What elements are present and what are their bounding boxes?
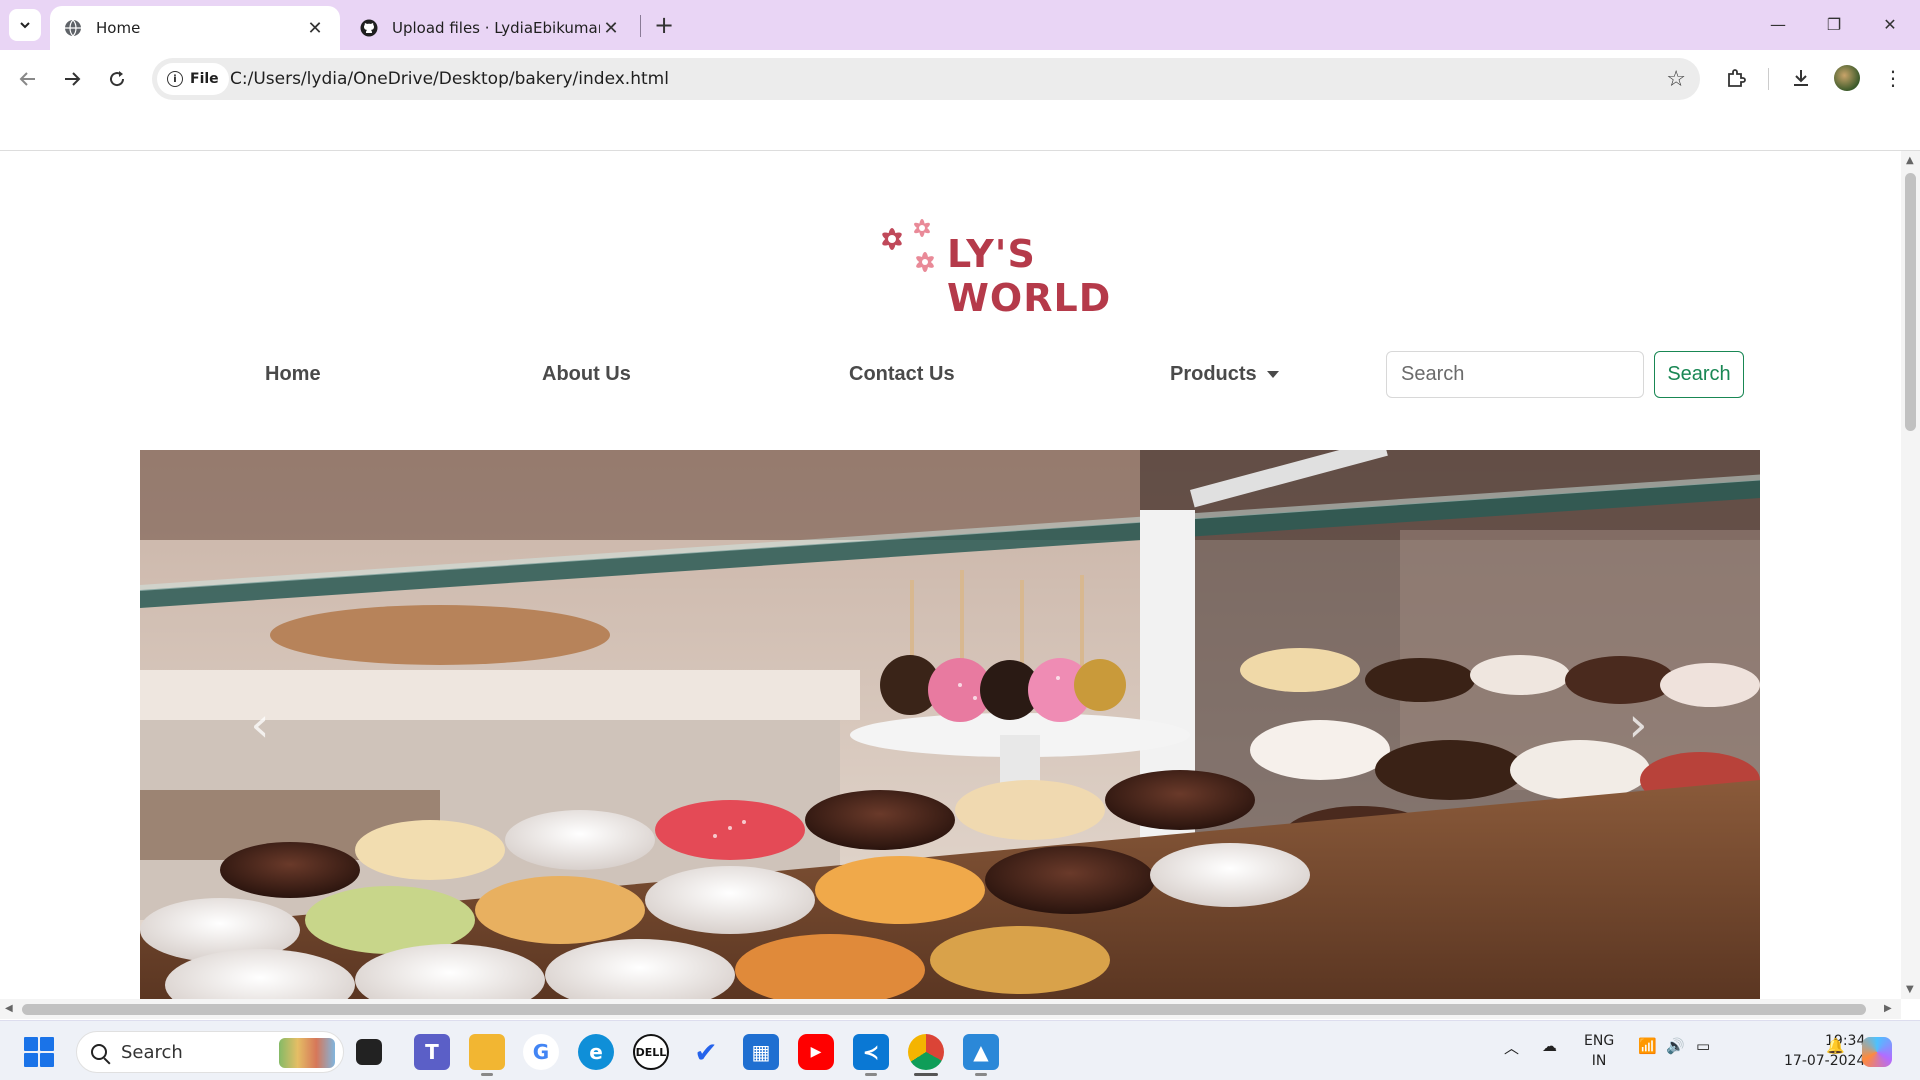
chevron-down-icon: [20, 22, 30, 29]
hero-carousel: ‹ ›: [140, 450, 1760, 999]
horizontal-scrollbar[interactable]: ◀ ▶: [0, 999, 1901, 1019]
clock-time: 19:34: [1825, 1033, 1866, 1049]
clock-date: 17-07-2024: [1784, 1053, 1866, 1069]
wifi-icon[interactable]: 📶: [1638, 1037, 1657, 1055]
search-icon: [91, 1044, 107, 1060]
carousel-image-bakery: [140, 450, 1760, 999]
active-app-indicator: [914, 1073, 938, 1076]
reload-icon: [110, 71, 125, 87]
info-icon: i: [167, 71, 183, 87]
web-page: LY'S WORLD Home About Us Contact Us Prod…: [0, 151, 1901, 999]
vertical-scroll-thumb[interactable]: [1905, 173, 1916, 431]
vertical-scrollbar[interactable]: ▲ ▼: [1901, 151, 1920, 999]
tab-title: Home: [96, 19, 141, 37]
logo-text: LY'S WORLD: [947, 232, 1112, 320]
folder-icon[interactable]: [469, 1034, 505, 1070]
arrow-right-icon: [65, 72, 81, 86]
edge-icon[interactable]: e: [578, 1034, 614, 1070]
dell-icon[interactable]: DELL: [633, 1034, 669, 1070]
extensions-icon[interactable]: [1721, 63, 1751, 93]
file-explorer-icon[interactable]: [356, 1039, 382, 1065]
forward-button[interactable]: [54, 61, 90, 97]
carousel-prev-button[interactable]: ‹: [240, 685, 280, 765]
site-navbar: Home About Us Contact Us Products Search: [140, 351, 1760, 401]
scroll-up-arrow-icon[interactable]: ▲: [1906, 155, 1914, 166]
arrow-left-icon: [19, 72, 35, 86]
download-icon[interactable]: [1786, 63, 1816, 93]
minimize-button[interactable]: —: [1758, 8, 1798, 40]
teams-icon[interactable]: T: [414, 1034, 450, 1070]
github-icon: [360, 19, 378, 37]
running-indicator: [865, 1073, 877, 1076]
carousel-next-button[interactable]: ›: [1618, 685, 1658, 765]
profile-avatar[interactable]: [1834, 65, 1860, 91]
vscode-icon[interactable]: ≺: [853, 1034, 889, 1070]
scroll-left-arrow-icon[interactable]: ◀: [5, 1003, 13, 1014]
back-button[interactable]: [10, 61, 46, 97]
todo-icon[interactable]: ✔: [688, 1034, 724, 1070]
chevron-left-icon: ‹: [250, 697, 270, 753]
window-close-button[interactable]: ✕: [1870, 8, 1910, 40]
running-indicator: [975, 1073, 987, 1076]
nav-contact-link[interactable]: Contact Us: [849, 363, 955, 386]
chevron-right-icon: ›: [1628, 697, 1648, 753]
tab-title: Upload files · LydiaEbikumar/Sta: [392, 19, 600, 37]
search-highlight-image: [279, 1038, 335, 1068]
url-text[interactable]: C:/Users/lydia/OneDrive/Desktop/bakery/i…: [230, 69, 669, 89]
close-icon[interactable]: ✕: [600, 17, 622, 39]
taskbar-search-box[interactable]: Search: [76, 1031, 344, 1073]
nav-home-link[interactable]: Home: [265, 363, 321, 386]
tab-github-upload[interactable]: Upload files · LydiaEbikumar/Sta ✕: [346, 6, 636, 50]
tab-search-button[interactable]: [9, 9, 41, 41]
region-code: IN: [1591, 1053, 1607, 1069]
flower-logo-icon: [882, 219, 934, 272]
system-clock[interactable]: 19:34 17-07-2024: [1784, 1031, 1865, 1071]
globe-icon: [65, 19, 81, 37]
youtube-icon[interactable]: ▶: [798, 1034, 834, 1070]
taskbar-search-placeholder: Search: [121, 1041, 183, 1063]
google-icon[interactable]: G: [523, 1034, 559, 1070]
close-icon[interactable]: ✕: [304, 17, 326, 39]
reload-button[interactable]: [99, 61, 135, 97]
notification-bell-icon[interactable]: 🔔: [1826, 1037, 1845, 1055]
menu-kebab-icon[interactable]: ⋮: [1878, 63, 1908, 93]
new-tab-button[interactable]: +: [650, 11, 678, 39]
restore-button[interactable]: ❐: [1814, 8, 1854, 40]
copilot-icon[interactable]: [1862, 1037, 1892, 1067]
battery-icon[interactable]: ▭: [1696, 1037, 1710, 1055]
bookmark-star-icon[interactable]: ☆: [1666, 67, 1686, 92]
address-bar[interactable]: i File C:/Users/lydia/OneDrive/Desktop/b…: [152, 58, 1700, 100]
tab-home[interactable]: Home ✕: [50, 6, 340, 50]
show-hidden-icons-chevron-icon[interactable]: ︿: [1504, 1037, 1519, 1058]
windows-start-icon[interactable]: [24, 1037, 54, 1067]
scheme-label: File: [190, 71, 219, 87]
photos-icon[interactable]: ▲: [963, 1034, 999, 1070]
scroll-down-arrow-icon[interactable]: ▼: [1906, 984, 1914, 995]
browser-tab-strip: Home ✕ Upload files · LydiaEbikumar/Sta …: [0, 0, 1920, 50]
nav-about-link[interactable]: About Us: [542, 363, 631, 386]
windows-taskbar: Search T G e DELL ✔ ▦ ▶ ≺ ▲ ︿ ☁ ENG IN 📶…: [0, 1020, 1920, 1080]
browser-toolbar: i File C:/Users/lydia/OneDrive/Desktop/b…: [0, 50, 1920, 108]
site-search-input[interactable]: [1386, 351, 1644, 398]
nav-products-label: Products: [1170, 363, 1257, 385]
onedrive-icon[interactable]: ☁: [1542, 1037, 1557, 1055]
tab-separator: [640, 15, 641, 37]
language-code: ENG: [1584, 1033, 1615, 1049]
store-icon[interactable]: ▦: [743, 1034, 779, 1070]
scroll-right-arrow-icon[interactable]: ▶: [1884, 1003, 1892, 1014]
volume-icon[interactable]: 🔊: [1666, 1037, 1685, 1055]
chrome-icon[interactable]: [908, 1034, 944, 1070]
language-indicator[interactable]: ENG IN: [1584, 1031, 1614, 1071]
site-logo[interactable]: LY'S WORLD: [870, 206, 1170, 320]
site-search-button[interactable]: Search: [1654, 351, 1744, 398]
site-info-chip[interactable]: i File: [157, 63, 229, 95]
caret-down-icon: [1266, 371, 1279, 379]
toolbar-divider: [1768, 68, 1769, 90]
horizontal-scroll-thumb[interactable]: [22, 1004, 1866, 1015]
nav-products-dropdown[interactable]: Products: [1170, 363, 1279, 386]
running-indicator: [481, 1073, 493, 1076]
